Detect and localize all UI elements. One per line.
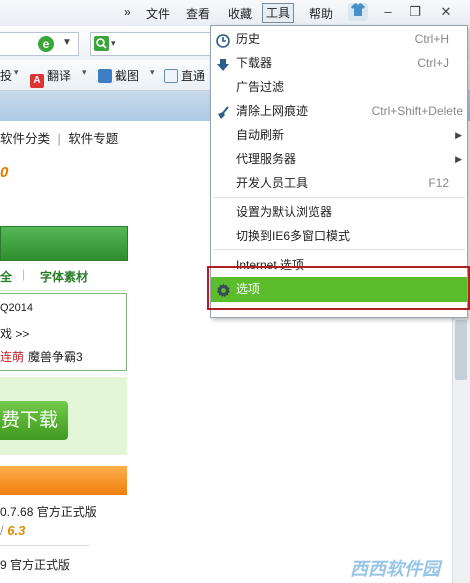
- clear-traces-label: 清除上网痕迹: [236, 104, 309, 118]
- menu-separator: [213, 197, 465, 198]
- history-icon: [216, 32, 230, 48]
- menu-item-auto-refresh[interactable]: 自动刷新 ▶: [211, 123, 467, 147]
- downloader-label: 下载器: [236, 56, 273, 70]
- close-icon[interactable]: ✕: [436, 3, 456, 21]
- scrollbar-thumb[interactable]: [455, 320, 467, 380]
- software-list-box: Q2014 戏 >> 连萌 魔兽争霸3: [0, 293, 127, 371]
- menu-item-ad-filter[interactable]: 广告过滤: [211, 75, 467, 99]
- direct-label: 直通: [181, 69, 206, 83]
- submenu-arrow-icon: ▶: [455, 130, 462, 140]
- menu-item-set-default[interactable]: 设置为默认浏览器: [211, 200, 467, 224]
- skin-shirt-icon[interactable]: [348, 3, 368, 21]
- ie-engine-icon[interactable]: e: [38, 36, 54, 52]
- menu-item-clear-traces[interactable]: 清除上网痕迹 Ctrl+Shift+Delete: [211, 99, 467, 123]
- window-icon: [164, 69, 178, 83]
- menu-tools[interactable]: 工具: [262, 3, 295, 23]
- translate-icon: A: [30, 74, 44, 88]
- toolbar-partial-item[interactable]: 投: [0, 67, 12, 84]
- menu-overflow-chevron[interactable]: »: [124, 5, 131, 19]
- direct-button[interactable]: 直通: [164, 67, 205, 84]
- menu-help[interactable]: 帮助: [309, 5, 333, 22]
- address-dropdown-icon[interactable]: ▼: [62, 37, 72, 48]
- software-item-1[interactable]: Q2014: [0, 302, 33, 314]
- auto-refresh-label: 自动刷新: [236, 128, 285, 142]
- score-prefix: /: [0, 523, 4, 538]
- menu-item-proxy[interactable]: 代理服务器 ▶: [211, 147, 467, 171]
- translate-label: 翻译: [47, 69, 72, 83]
- ie6-mode-label: 切换到IE6多窗口模式: [236, 229, 351, 243]
- category-row: 全 | 字体素材: [0, 262, 126, 291]
- menu-file[interactable]: 文件: [146, 5, 170, 22]
- orange-section-bar: [0, 466, 127, 495]
- screenshot-label: 截图: [115, 69, 140, 83]
- set-default-label: 设置为默认浏览器: [236, 205, 333, 219]
- menu-favorites[interactable]: 收藏: [228, 5, 252, 22]
- software-item-3[interactable]: 魔兽争霸3: [28, 348, 83, 365]
- green-header: [0, 226, 128, 261]
- menu-item-ie6-mode[interactable]: 切换到IE6多窗口模式: [211, 224, 467, 248]
- nav-software-topic[interactable]: 软件专题: [68, 132, 118, 146]
- menu-item-dev-tools[interactable]: 开发人员工具 F12: [211, 171, 467, 195]
- nav-software-category[interactable]: 软件分类: [0, 132, 50, 146]
- clear-traces-shortcut: Ctrl+Shift+Delete: [371, 104, 463, 118]
- menu-item-history[interactable]: 历史 Ctrl+H: [211, 27, 467, 51]
- menu-view[interactable]: 查看: [186, 5, 210, 22]
- nav-divider: |: [57, 132, 61, 146]
- submenu-arrow-icon: ▶: [455, 154, 462, 164]
- scissors-icon: [98, 69, 112, 83]
- orange-heading: 0: [0, 164, 9, 181]
- watermark-logo: 西西软件园: [350, 559, 440, 579]
- menu-bar: » 文件 查看 收藏 工具 帮助 – ❐ ✕: [0, 0, 470, 27]
- menu-separator: [213, 249, 465, 250]
- version-text-2: 9 官方正式版: [0, 558, 71, 572]
- divider: [0, 545, 90, 546]
- search-box[interactable]: ▾: [90, 32, 212, 56]
- category-fonts[interactable]: 字体素材: [40, 268, 88, 285]
- proxy-label: 代理服务器: [236, 152, 297, 166]
- free-download-button[interactable]: 费下载: [0, 401, 68, 440]
- score-value: 6.3: [7, 523, 26, 538]
- software-item-3-red[interactable]: 连萌: [0, 348, 24, 365]
- menu-item-downloader[interactable]: 下载器 Ctrl+J: [211, 51, 467, 75]
- restore-icon[interactable]: ❐: [405, 3, 425, 21]
- version-text-1: 0.7.68 官方正式版: [0, 505, 97, 519]
- search-dropdown-icon[interactable]: ▾: [111, 38, 116, 49]
- dev-tools-label: 开发人员工具: [236, 176, 309, 190]
- minimize-icon[interactable]: –: [378, 3, 398, 21]
- software-item-2[interactable]: 戏 >>: [0, 325, 29, 342]
- dev-tools-shortcut: F12: [428, 176, 449, 190]
- search-engine-icon[interactable]: [94, 36, 109, 51]
- category-all[interactable]: 全: [0, 268, 12, 285]
- toolbar-dropdown-icon[interactable]: ▾: [82, 67, 87, 78]
- category-divider: |: [22, 267, 26, 281]
- address-bar[interactable]: e ▼: [0, 32, 79, 56]
- toolbar-dropdown-icon[interactable]: ▾: [150, 67, 155, 78]
- highlight-frame: [207, 266, 470, 310]
- score-1: / 6.3: [0, 523, 25, 538]
- screenshot-button[interactable]: 截图: [98, 67, 139, 84]
- translate-button[interactable]: A 翻译: [30, 67, 71, 88]
- site-nav: 软件分类 | 软件专题: [0, 128, 118, 147]
- toolbar-dropdown-icon[interactable]: ▾: [14, 67, 19, 78]
- ad-filter-label: 广告过滤: [236, 80, 285, 94]
- history-label: 历史: [236, 32, 261, 46]
- broom-icon: [216, 104, 230, 119]
- downloader-shortcut: Ctrl+J: [417, 56, 449, 70]
- history-shortcut: Ctrl+H: [414, 32, 449, 46]
- download-icon: [216, 56, 230, 71]
